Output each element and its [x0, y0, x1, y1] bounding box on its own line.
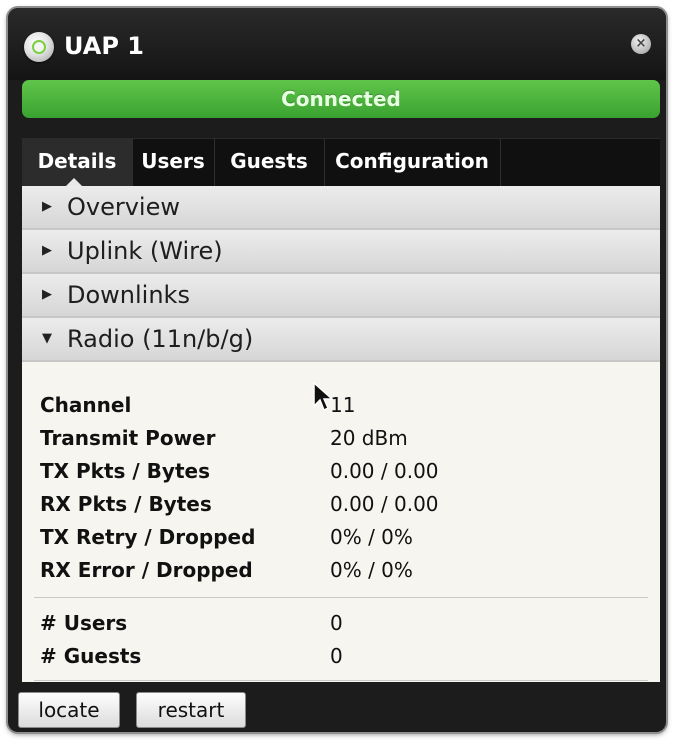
section-uplink[interactable]: ▶ Uplink (Wire) — [22, 230, 660, 274]
radio-row-tx-pkts: TX Pkts / Bytes 0.00 / 0.00 — [40, 456, 640, 486]
expand-arrow-icon: ▶ — [42, 243, 52, 258]
device-status-icon — [24, 32, 54, 62]
tab-bar: Details Users Guests Configuration — [22, 138, 660, 187]
row-value: 0 — [330, 644, 343, 668]
tab-guests[interactable]: Guests — [214, 139, 325, 187]
row-key: RX Error / Dropped — [40, 558, 253, 582]
row-value: 0.00 / 0.00 — [330, 492, 439, 516]
row-value: 0 — [330, 611, 343, 635]
row-key: # Guests — [40, 644, 142, 668]
collapse-arrow-icon: ▼ — [42, 331, 52, 346]
section-overview[interactable]: ▶ Overview — [22, 186, 660, 230]
device-title: UAP 1 — [64, 32, 144, 60]
radio-row-rx-pkts: RX Pkts / Bytes 0.00 / 0.00 — [40, 489, 640, 519]
close-icon[interactable]: × — [631, 34, 651, 54]
section-label: Downlinks — [67, 281, 190, 309]
locate-button[interactable]: locate — [18, 692, 120, 728]
radio-row-channel: Channel 11 — [40, 390, 640, 420]
footer-bar: locate restart — [8, 682, 666, 732]
row-key: TX Retry / Dropped — [40, 525, 256, 549]
section-label: Radio (11n/b/g) — [67, 325, 254, 353]
radio-row-transmit-power: Transmit Power 20 dBm — [40, 423, 640, 453]
row-value: 0% / 0% — [330, 525, 413, 549]
expand-arrow-icon: ▶ — [42, 199, 52, 214]
divider — [34, 680, 648, 681]
details-panel: ▶ Overview ▶ Uplink (Wire) ▶ Downlinks ▼… — [22, 186, 660, 682]
row-key: RX Pkts / Bytes — [40, 492, 212, 516]
section-label: Uplink (Wire) — [67, 237, 223, 265]
row-key: # Users — [40, 611, 128, 635]
title-bar: UAP 1 × — [8, 8, 666, 80]
row-key: Channel — [40, 393, 132, 417]
tab-configuration[interactable]: Configuration — [324, 139, 501, 187]
divider — [34, 597, 648, 598]
radio-row-rx-error: RX Error / Dropped 0% / 0% — [40, 555, 640, 585]
radio-row-tx-retry: TX Retry / Dropped 0% / 0% — [40, 522, 640, 552]
row-value: 20 dBm — [330, 426, 408, 450]
count-row-guests: # Guests 0 — [40, 641, 640, 671]
tab-users[interactable]: Users — [132, 139, 215, 187]
restart-button[interactable]: restart — [136, 692, 246, 728]
expand-arrow-icon: ▶ — [42, 287, 52, 302]
section-downlinks[interactable]: ▶ Downlinks — [22, 274, 660, 318]
row-key: Transmit Power — [40, 426, 216, 450]
row-key: TX Pkts / Bytes — [40, 459, 210, 483]
connection-status-bar: Connected — [22, 80, 660, 118]
section-radio[interactable]: ▼ Radio (11n/b/g) — [22, 318, 660, 362]
count-row-users: # Users 0 — [40, 608, 640, 638]
device-window: UAP 1 × Connected Details Users Guests C… — [8, 8, 666, 732]
row-value: 0.00 / 0.00 — [330, 459, 439, 483]
row-value: 0% / 0% — [330, 558, 413, 582]
section-label: Overview — [67, 193, 180, 221]
mouse-cursor-icon — [313, 382, 334, 412]
